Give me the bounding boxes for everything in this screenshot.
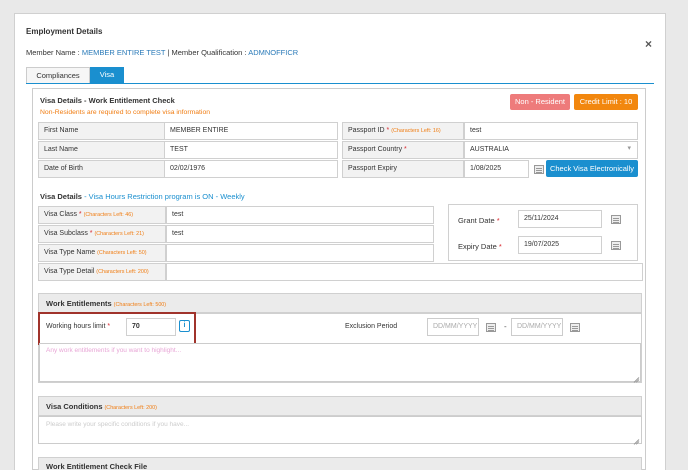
required-star: * [89, 230, 93, 237]
expiry-date-input[interactable]: 19/07/2025 [518, 236, 602, 254]
visa-details-title: Visa Details [40, 192, 82, 201]
visa-class-note: (Characters Left: 46) [83, 212, 134, 218]
expiry-date-label: Expiry Date * [458, 242, 502, 251]
visa-hours-restriction-note: - Visa Hours Restriction program is ON -… [81, 192, 245, 201]
calendar-icon[interactable] [611, 241, 621, 250]
work-entitlements-title: Work Entitlements [46, 299, 112, 308]
visa-subclass-label: Visa Subclass * (Characters Left: 21) [38, 225, 166, 243]
passport-id-note: (Characters Left: 16) [391, 128, 441, 134]
exclusion-period-label: Exclusion Period [345, 323, 398, 330]
first-name-label: First Name [38, 122, 165, 140]
tab-visa[interactable]: Visa [90, 67, 124, 84]
visa-type-detail-label: Visa Type Detail (Characters Left: 200) [38, 263, 166, 281]
dob-label: Date of Birth [38, 160, 165, 178]
working-hours-label-text: Working hours limit [46, 323, 106, 330]
required-star: * [107, 323, 111, 330]
member-qualification-label: Member Qualification : [171, 48, 249, 57]
member-info: Member Name : MEMBER ENTIRE TEST | Membe… [26, 48, 298, 57]
visa-type-detail-label-text: Visa Type Detail [44, 268, 95, 275]
chevron-down-icon: ▾ [627, 145, 631, 152]
visa-type-detail-note: (Characters Left: 200) [96, 269, 149, 275]
calendar-icon[interactable] [611, 215, 621, 224]
work-entitlements-heading: Work Entitlements (Characters Left: 500) [46, 299, 166, 308]
exclusion-to-input[interactable]: DD/MM/YYYY [511, 318, 563, 336]
resize-grip-icon[interactable] [633, 374, 639, 380]
expiry-date-label-text: Expiry Date [458, 242, 497, 251]
last-name-value: TEST [164, 141, 338, 159]
date-range-dash: - [504, 322, 507, 331]
required-star: * [386, 127, 390, 134]
tab-compliances[interactable]: Compliances [26, 67, 90, 84]
work-entitlement-check-file-title: Work Entitlement Check File [46, 462, 148, 470]
member-name-label: Member Name : [26, 48, 82, 57]
check-visa-electronically-button[interactable]: Check Visa Electronically [546, 160, 638, 177]
non-resident-button[interactable]: Non - Resident [510, 94, 570, 110]
close-icon[interactable]: × [645, 37, 652, 51]
non-resident-warning: Non-Residents are required to complete v… [40, 109, 211, 116]
calendar-icon[interactable] [570, 323, 580, 332]
calendar-icon[interactable] [534, 165, 544, 174]
passport-expiry-input[interactable]: 1/08/2025 [464, 160, 529, 178]
tab-underline [26, 83, 654, 84]
visa-check-title: Visa Details - Work Entitlement Check [40, 96, 175, 105]
visa-details-heading: Visa Details - Visa Hours Restriction pr… [40, 192, 245, 201]
required-star: * [498, 242, 502, 251]
visa-type-name-input[interactable] [166, 244, 434, 262]
visa-subclass-note: (Characters Left: 21) [94, 231, 144, 237]
dob-value: 02/02/1976 [164, 160, 338, 178]
visa-type-name-label: Visa Type Name (Characters Left: 50) [38, 244, 166, 262]
passport-country-select[interactable]: AUSTRALIA ▾ [464, 141, 638, 159]
grant-date-label-text: Grant Date [458, 216, 495, 225]
grant-date-label: Grant Date * [458, 216, 500, 225]
visa-subclass-input[interactable]: test [166, 225, 434, 243]
visa-type-name-note: (Characters Left: 50) [97, 250, 147, 256]
visa-subclass-label-text: Visa Subclass [44, 230, 88, 237]
working-hours-input[interactable]: 70 [126, 318, 176, 336]
visa-conditions-title: Visa Conditions [46, 402, 103, 411]
passport-expiry-label: Passport Expiry [342, 160, 464, 178]
passport-id-input[interactable]: test [464, 122, 638, 140]
member-qualification-link[interactable]: ADMNOFFICR [248, 48, 298, 57]
required-star: * [404, 146, 407, 153]
visa-conditions-placeholder: Please write your specific conditions if… [46, 421, 190, 428]
exclusion-from-input[interactable]: DD/MM/YYYY [427, 318, 479, 336]
required-star: * [78, 211, 82, 218]
last-name-label: Last Name [38, 141, 165, 159]
working-hours-label: Working hours limit * [46, 323, 110, 330]
calendar-icon[interactable] [486, 323, 496, 332]
visa-conditions-note: (Characters Left: 200) [104, 405, 157, 411]
passport-country-value: AUSTRALIA [470, 146, 509, 153]
passport-country-label: Passport Country * [342, 141, 464, 159]
visa-type-detail-input[interactable] [166, 263, 643, 281]
credit-limit-button[interactable]: Credit Limit : 10 [574, 94, 638, 110]
modal-title: Employment Details [26, 27, 103, 36]
required-star: * [496, 216, 500, 225]
visa-conditions-heading: Visa Conditions (Characters Left: 200) [46, 402, 157, 411]
visa-type-name-label-text: Visa Type Name [44, 249, 96, 256]
visa-class-label-text: Visa Class [44, 211, 77, 218]
grant-date-input[interactable]: 25/11/2024 [518, 210, 602, 228]
passport-country-label-text: Passport Country [348, 146, 403, 153]
info-icon[interactable]: i [179, 320, 190, 332]
visa-class-input[interactable]: test [166, 206, 434, 224]
member-name-link[interactable]: MEMBER ENTIRE TEST [82, 48, 166, 57]
work-entitlements-note: (Characters Left: 500) [113, 302, 167, 308]
passport-id-label-text: Passport ID [348, 127, 385, 134]
visa-class-label: Visa Class * (Characters Left: 46) [38, 206, 166, 224]
first-name-value: MEMBER ENTIRE [164, 122, 338, 140]
passport-id-label: Passport ID * (Characters Left: 16) [342, 122, 464, 140]
resize-grip-icon[interactable] [633, 436, 639, 442]
work-entitlements-placeholder: Any work entitlements if you want to hig… [46, 347, 182, 354]
